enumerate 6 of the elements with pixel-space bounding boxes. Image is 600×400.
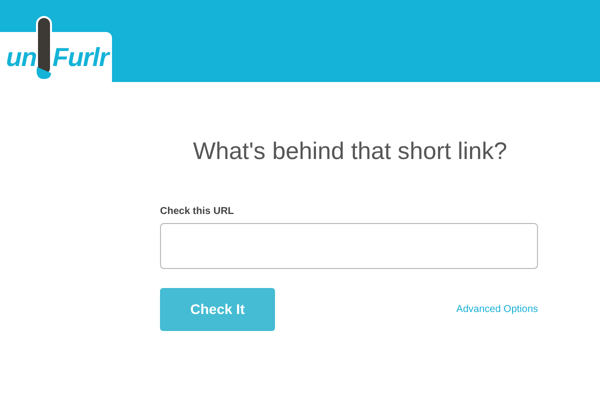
page-title: What's behind that short link?: [192, 137, 508, 167]
advanced-options-link[interactable]: Advanced Options: [456, 302, 538, 317]
url-field[interactable]: [160, 223, 538, 269]
field-label: Check this URL: [160, 205, 235, 219]
logo[interactable]: un Furlr: [0, 14, 112, 82]
check-button[interactable]: Check It: [160, 288, 275, 331]
